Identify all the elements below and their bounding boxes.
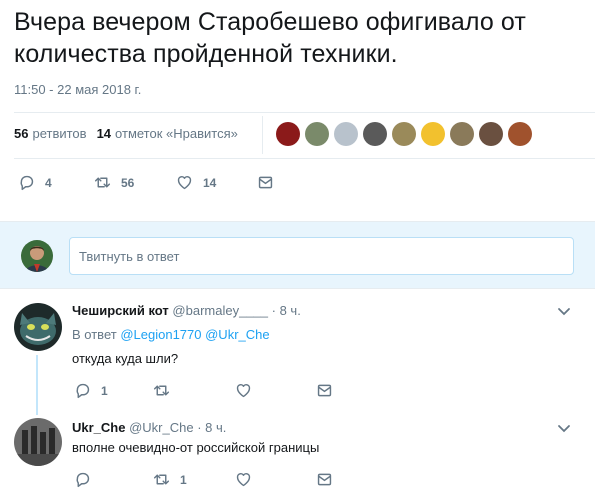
avatar[interactable] bbox=[21, 240, 53, 272]
heart-icon bbox=[177, 176, 192, 190]
retweet-icon bbox=[94, 177, 111, 188]
retweet-count: 1 bbox=[180, 472, 187, 487]
message-action[interactable] bbox=[257, 174, 274, 191]
liker-avatar[interactable] bbox=[479, 122, 503, 146]
comment-actions: 1 bbox=[74, 382, 333, 399]
chevron-down-icon[interactable] bbox=[557, 307, 571, 317]
reply-action[interactable]: 1 bbox=[74, 382, 153, 399]
reply-input[interactable]: Твитнуть в ответ bbox=[69, 237, 574, 275]
heart-icon bbox=[236, 384, 251, 398]
retweets-stat[interactable]: 56 ретвитов bbox=[14, 126, 87, 141]
envelope-icon bbox=[317, 384, 332, 397]
message-action[interactable] bbox=[316, 382, 333, 399]
liker-avatar[interactable] bbox=[276, 122, 300, 146]
liker-avatar[interactable] bbox=[334, 122, 358, 146]
reply-icon bbox=[76, 472, 90, 488]
divider bbox=[14, 112, 595, 113]
retweets-label: ретвитов bbox=[32, 126, 87, 141]
reply-to-line: В ответ @Legion1770 @Ukr_Che bbox=[72, 327, 270, 342]
reply-compose-area: Твитнуть в ответ bbox=[0, 221, 595, 289]
comment-author-name[interactable]: Чеширский кот bbox=[72, 303, 169, 318]
comment-actions: 1 bbox=[74, 471, 333, 488]
likers-avatars bbox=[276, 122, 537, 146]
message-action[interactable] bbox=[316, 471, 333, 488]
chevron-down-icon[interactable] bbox=[557, 424, 571, 434]
liker-avatar[interactable] bbox=[363, 122, 387, 146]
mention-link[interactable]: @Ukr_Che bbox=[205, 327, 270, 342]
liker-avatar[interactable] bbox=[508, 122, 532, 146]
reply-action[interactable]: 4 bbox=[18, 174, 94, 191]
like-count: 14 bbox=[203, 175, 217, 190]
retweet-icon bbox=[153, 474, 170, 485]
reply-icon bbox=[76, 383, 90, 399]
stats-separator bbox=[262, 116, 263, 154]
comment-author-name[interactable]: Ukr_Che bbox=[72, 420, 125, 435]
liker-avatar[interactable] bbox=[305, 122, 329, 146]
reply-to-prefix: В ответ bbox=[72, 327, 117, 342]
retweet-action[interactable]: 1 bbox=[153, 471, 235, 488]
avatar[interactable] bbox=[14, 418, 62, 466]
thread-line bbox=[36, 355, 38, 415]
comment-author-handle[interactable]: @barmaley____ bbox=[172, 303, 268, 318]
tweet-text: Вчера вечером Старобешево офигивало от к… bbox=[14, 8, 526, 68]
comment-time[interactable]: · 8 ч. bbox=[272, 303, 301, 318]
likes-stat[interactable]: 14 отметок «Нравится» bbox=[97, 126, 238, 141]
likes-count: 14 bbox=[96, 126, 112, 141]
reply-action[interactable] bbox=[74, 471, 153, 488]
tweet-actions: 4 56 14 bbox=[18, 174, 274, 191]
envelope-icon bbox=[317, 473, 332, 486]
divider bbox=[14, 158, 595, 159]
like-action[interactable] bbox=[235, 471, 316, 488]
tweet-stats: 56 ретвитов 14 отметок «Нравится» bbox=[14, 126, 248, 141]
liker-avatar[interactable] bbox=[450, 122, 474, 146]
retweet-icon bbox=[153, 385, 170, 396]
comment-time[interactable]: · 8 ч. bbox=[197, 420, 226, 435]
retweets-count: 56 bbox=[14, 126, 29, 141]
retweet-action[interactable]: 56 bbox=[94, 174, 176, 191]
mention-link[interactable]: @Legion1770 bbox=[120, 327, 201, 342]
comment-header: Чеширский кот @barmaley____ · 8 ч. bbox=[72, 303, 301, 318]
retweet-count: 56 bbox=[121, 175, 135, 190]
reply-count: 4 bbox=[45, 175, 52, 190]
liker-avatar[interactable] bbox=[421, 122, 445, 146]
avatar[interactable] bbox=[14, 303, 62, 351]
envelope-icon bbox=[258, 176, 273, 189]
likes-label: отметок «Нравится» bbox=[115, 126, 238, 141]
comment-text: откуда куда шли? bbox=[72, 351, 179, 366]
tweet-timestamp[interactable]: 11:50 - 22 мая 2018 г. bbox=[14, 82, 141, 97]
liker-avatar[interactable] bbox=[392, 122, 416, 146]
heart-icon bbox=[236, 473, 251, 487]
comment-header: Ukr_Che @Ukr_Che · 8 ч. bbox=[72, 420, 226, 435]
retweet-action[interactable] bbox=[153, 382, 235, 399]
comment-author-handle[interactable]: @Ukr_Che bbox=[129, 420, 194, 435]
like-action[interactable]: 14 bbox=[176, 174, 257, 191]
reply-count: 1 bbox=[101, 383, 108, 398]
comment-text: вполне очевидно-от российской границы bbox=[72, 440, 320, 455]
reply-icon bbox=[20, 175, 34, 191]
like-action[interactable] bbox=[235, 382, 316, 399]
